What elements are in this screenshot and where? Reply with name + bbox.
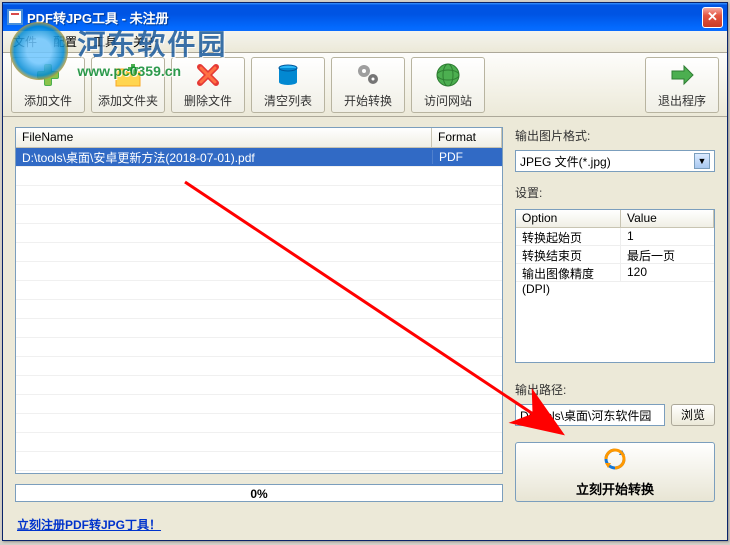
refresh-icon <box>602 446 628 475</box>
clear-list-label: 清空列表 <box>264 92 312 109</box>
settings-row[interactable]: 转换起始页 1 <box>516 228 714 246</box>
table-header: FileName Format <box>16 128 502 148</box>
format-value: JPEG 文件(*.jpg) <box>520 153 611 170</box>
browse-button[interactable]: 浏览 <box>671 404 715 426</box>
menu-file[interactable]: 文件 <box>5 31 45 52</box>
menubar: 文件 配置 工具 关于 <box>3 31 727 53</box>
start-now-label: 立刻开始转换 <box>576 479 654 498</box>
menu-tools[interactable]: 工具 <box>85 31 125 52</box>
settings-row[interactable]: 转换结束页 最后一页 <box>516 246 714 264</box>
start-convert-label: 开始转换 <box>344 92 392 109</box>
plus-icon <box>34 61 62 89</box>
start-now-button[interactable]: 立刻开始转换 <box>515 442 715 502</box>
exit-label: 退出程序 <box>658 92 706 109</box>
table-body[interactable]: D:\tools\桌面\安卓更新方法(2018-07-01).pdf PDF <box>16 148 502 473</box>
start-convert-button[interactable]: 开始转换 <box>331 57 405 113</box>
close-button[interactable]: ✕ <box>702 7 723 28</box>
table-row[interactable]: D:\tools\桌面\安卓更新方法(2018-07-01).pdf PDF <box>16 148 502 166</box>
cell-filename: D:\tools\桌面\安卓更新方法(2018-07-01).pdf <box>16 149 432 166</box>
add-file-button[interactable]: 添加文件 <box>11 57 85 113</box>
gears-icon <box>354 61 382 89</box>
format-label: 输出图片格式: <box>515 127 715 144</box>
clear-list-button[interactable]: 清空列表 <box>251 57 325 113</box>
settings-table[interactable]: Option Value 转换起始页 1 转换结束页 最后一页 输出图像精度(D… <box>515 209 715 363</box>
chevron-down-icon: ▼ <box>694 153 710 169</box>
x-icon <box>194 61 222 89</box>
add-folder-label: 添加文件夹 <box>98 92 158 109</box>
settings-col-value: Value <box>621 210 714 227</box>
col-format[interactable]: Format <box>432 128 502 147</box>
path-label: 输出路径: <box>515 381 715 398</box>
menu-edit[interactable]: 配置 <box>45 31 85 52</box>
delete-file-label: 删除文件 <box>184 92 232 109</box>
menu-about[interactable]: 关于 <box>125 31 165 52</box>
add-folder-button[interactable]: 添加文件夹 <box>91 57 165 113</box>
file-table[interactable]: FileName Format D:\tools\桌面\安卓更新方法(2018-… <box>15 127 503 474</box>
add-file-label: 添加文件 <box>24 92 72 109</box>
format-combo[interactable]: JPEG 文件(*.jpg) ▼ <box>515 150 715 172</box>
col-filename[interactable]: FileName <box>16 128 432 147</box>
exit-button[interactable]: 退出程序 <box>645 57 719 113</box>
visit-site-label: 访问网站 <box>424 92 472 109</box>
titlebar: PDF转JPG工具 - 未注册 ✕ <box>3 3 727 31</box>
progress-text: 0% <box>16 485 502 503</box>
window-title: PDF转JPG工具 - 未注册 <box>27 8 702 27</box>
app-icon <box>7 9 23 25</box>
folder-plus-icon <box>114 61 142 89</box>
visit-site-button[interactable]: 访问网站 <box>411 57 485 113</box>
delete-file-button[interactable]: 删除文件 <box>171 57 245 113</box>
globe-icon <box>434 61 462 89</box>
footer: 立刻注册PDF转JPG丁具！ <box>3 512 727 540</box>
settings-label: 设置: <box>515 184 715 201</box>
toolbar: 添加文件 添加文件夹 删除文件 清空列表 开始转换 访问网站 退出程序 <box>3 53 727 117</box>
settings-row[interactable]: 输出图像精度(DPI) 120 <box>516 264 714 282</box>
settings-col-option: Option <box>516 210 621 227</box>
register-link[interactable]: 立刻注册PDF转JPG丁具！ <box>17 518 161 532</box>
path-input[interactable]: D:\tools\桌面\河东软件园 <box>515 404 665 426</box>
cell-format: PDF <box>432 150 502 164</box>
trash-icon <box>274 61 302 89</box>
progress-bar: 0% <box>15 484 503 502</box>
arrow-right-icon <box>668 61 696 89</box>
